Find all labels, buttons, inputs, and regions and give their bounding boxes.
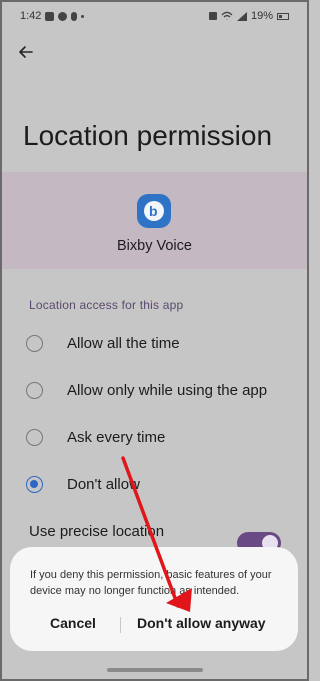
- radio-button-selected[interactable]: [26, 475, 43, 493]
- bulb-notification-icon: [71, 11, 78, 21]
- precise-location-label: Use precise location: [29, 523, 165, 540]
- section-title: Location access for this app: [29, 298, 184, 312]
- cloud-notification-icon: [58, 11, 68, 21]
- back-button[interactable]: [14, 40, 38, 64]
- more-notifications-icon: [81, 14, 85, 18]
- dont-allow-anyway-button[interactable]: Don't allow anyway: [137, 615, 266, 631]
- option-label: Allow only while using the app: [67, 381, 268, 399]
- option-allow-while-using[interactable]: Allow only while using the app: [26, 378, 267, 402]
- cancel-button[interactable]: Cancel: [50, 615, 96, 631]
- deny-confirmation-dialog: If you deny this permission, basic featu…: [10, 547, 298, 651]
- signal-icon: [236, 11, 247, 21]
- option-dont-allow[interactable]: Don't allow: [26, 472, 140, 496]
- radio-button[interactable]: [26, 428, 43, 446]
- battery-icon: [277, 12, 289, 20]
- back-arrow-icon: [19, 46, 33, 58]
- option-allow-all-time[interactable]: Allow all the time: [26, 331, 180, 355]
- photo-notification-icon: [45, 11, 55, 21]
- radio-button[interactable]: [26, 334, 43, 352]
- navigation-handle[interactable]: [107, 668, 203, 672]
- status-bar: 1:42 19%: [20, 10, 289, 24]
- page-title: Location permission: [23, 120, 273, 151]
- dialog-button-divider: [120, 617, 121, 633]
- option-label: Allow all the time: [67, 334, 180, 352]
- dialog-message: If you deny this permission, basic featu…: [30, 569, 272, 597]
- app-name: Bixby Voice: [117, 238, 192, 254]
- wifi-icon: [221, 11, 233, 20]
- radio-button[interactable]: [26, 381, 43, 399]
- option-label: Don't allow: [67, 475, 140, 493]
- status-time: 1:42: [20, 10, 42, 22]
- mute-icon: [208, 12, 217, 20]
- battery-percent: 19%: [250, 10, 273, 22]
- option-ask-every-time[interactable]: Ask every time: [26, 425, 165, 449]
- bixby-icon: b: [137, 194, 171, 228]
- option-label: Ask every time: [67, 428, 166, 446]
